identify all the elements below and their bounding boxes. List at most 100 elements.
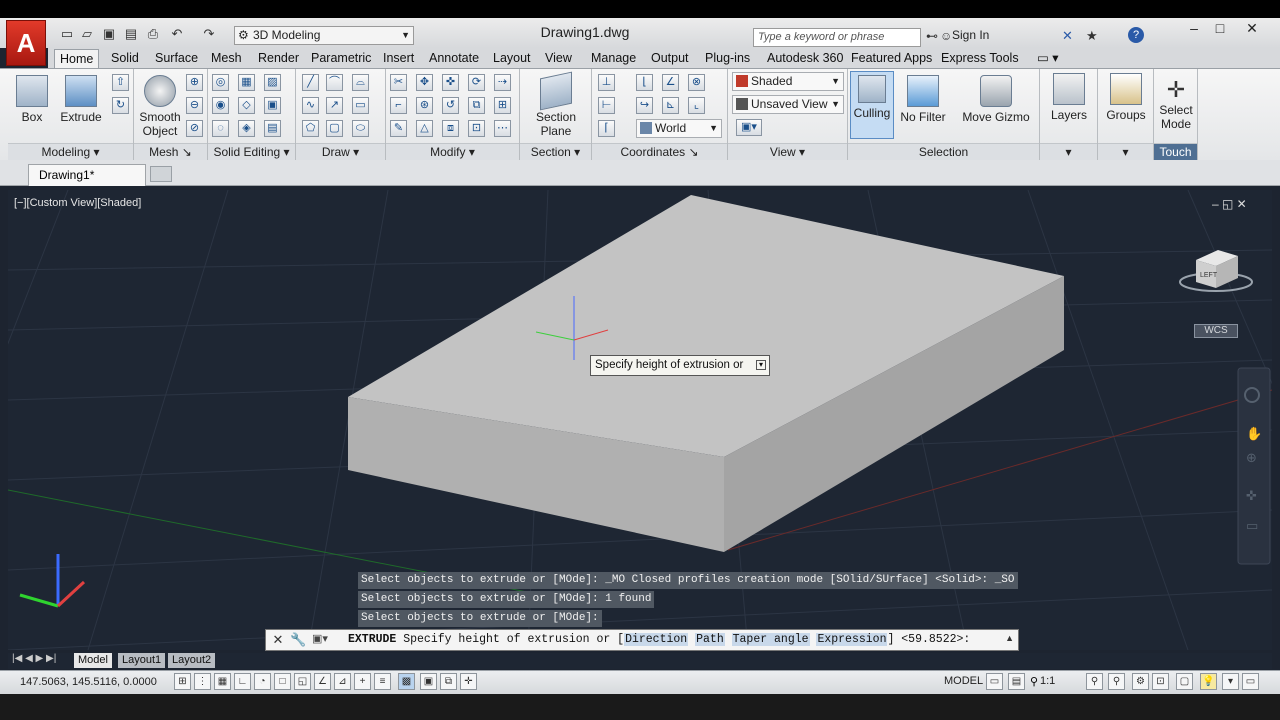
tab-layout1[interactable]: Layout1 — [118, 653, 166, 668]
3d-move-icon[interactable]: ✥ — [416, 74, 433, 91]
selection-cycling-icon[interactable]: ⧉ — [440, 673, 457, 690]
3d-scale-icon[interactable]: ⊛ — [416, 97, 433, 114]
separate-icon[interactable]: ▨ — [264, 74, 281, 91]
ducs-icon[interactable]: ⊿ — [334, 673, 351, 690]
tab-nav-arrows[interactable]: |◀ ◀ ▶ ▶| — [12, 653, 56, 664]
option-taper-angle[interactable]: Taper angle — [731, 633, 810, 646]
command-line[interactable]: ✕ 🔧 ▣▾ EXTRUDE Specify height of extrusi… — [265, 629, 1019, 651]
workspace-switching-icon[interactable]: ⚙ — [1132, 673, 1149, 690]
wcs-menu[interactable]: WCS — [1194, 324, 1238, 338]
maximize-button[interactable]: □ — [1208, 20, 1232, 38]
tab-model[interactable]: Model — [74, 653, 112, 668]
tab-annotate[interactable]: Annotate — [424, 49, 484, 68]
print-icon[interactable]: ⎙ — [144, 26, 162, 42]
mesh-smooth-more-icon[interactable]: ⊕ — [186, 74, 203, 91]
polar-icon[interactable]: ◔ — [254, 673, 271, 690]
close-icon[interactable]: ✕ — [270, 632, 286, 648]
3d-mirror-icon[interactable]: ⧉ — [468, 97, 485, 114]
3d-osnap-icon[interactable]: ◱ — [294, 673, 311, 690]
open-icon[interactable]: ▱ — [78, 26, 96, 42]
polyline-icon[interactable]: ⌒ — [326, 74, 343, 91]
save-icon[interactable]: ▣ — [100, 26, 118, 42]
quick-view-layouts-icon[interactable]: ▭ — [986, 673, 1003, 690]
revolve-icon[interactable]: ↻ — [112, 97, 129, 114]
extrude-button[interactable]: Extrude — [58, 75, 104, 124]
snap-icon[interactable]: ⋮ — [194, 673, 211, 690]
exchange-icon[interactable]: ✕ — [1062, 28, 1073, 44]
tab-manage[interactable]: Manage — [586, 49, 641, 68]
tab-home[interactable]: Home — [54, 49, 100, 68]
ucs-face-icon[interactable]: ⊗ — [688, 74, 705, 91]
offset-icon[interactable]: △ — [416, 120, 433, 137]
minimize-button[interactable]: – — [1182, 20, 1206, 38]
otrack-icon[interactable]: ∠ — [314, 673, 331, 690]
union-icon[interactable]: ◎ — [212, 74, 229, 91]
recent-commands-icon[interactable]: ▣▾ — [312, 632, 328, 645]
panel-title-modify[interactable]: Modify ▾ — [386, 143, 519, 160]
tab-layout[interactable]: Layout — [488, 49, 536, 68]
viewport-window-controls[interactable]: – ◱ ✕ — [1212, 197, 1247, 211]
osnap-icon[interactable]: □ — [274, 673, 291, 690]
ucs-icon[interactable]: ⊥ — [598, 74, 615, 91]
ucs-x-icon[interactable]: ↪ — [636, 97, 653, 114]
model-space-toggle[interactable]: MODEL — [944, 675, 983, 687]
transparency-icon[interactable]: ▩ — [398, 673, 415, 690]
presspull-icon[interactable]: ⇧ — [112, 74, 129, 91]
smooth-object-button[interactable]: Smooth Object — [136, 75, 184, 138]
hardware-acceleration-icon[interactable]: ▢ — [1176, 673, 1193, 690]
erase-icon[interactable]: ✎ — [390, 120, 407, 137]
ucs-world-icon[interactable]: ⌊ — [636, 74, 653, 91]
application-menu-button[interactable]: A — [6, 20, 46, 66]
trim-icon[interactable]: ✂ — [390, 74, 407, 91]
save-as-icon[interactable]: ▤ — [122, 26, 140, 42]
layers-button[interactable]: Layers — [1046, 73, 1092, 122]
panel-title-section[interactable]: Section ▾ — [520, 143, 591, 160]
quick-properties-icon[interactable]: ▣ — [420, 673, 437, 690]
fillet-icon[interactable]: ⌐ — [390, 97, 407, 114]
lineweight-icon[interactable]: ≡ — [374, 673, 391, 690]
file-tab-drawing1[interactable]: Drawing1* — [28, 164, 146, 186]
quick-view-drawings-icon[interactable]: ▤ — [1008, 673, 1025, 690]
status-menu-icon[interactable]: ▾ — [1222, 673, 1239, 690]
undo-icon[interactable]: ↶ — [168, 26, 186, 42]
help-icon[interactable]: ? — [1128, 27, 1144, 43]
grid-display-icon[interactable]: ▦ — [214, 673, 231, 690]
new-icon[interactable]: ▭ — [58, 26, 76, 42]
extract-edges-icon[interactable]: ▦ — [238, 74, 255, 91]
copy-icon[interactable]: ⧈ — [442, 120, 459, 137]
ucs-named-icon[interactable]: ⌈ — [598, 120, 615, 137]
move-gizmo-button[interactable]: Move Gizmo — [958, 75, 1034, 124]
tab-insert[interactable]: Insert — [378, 49, 419, 68]
lock-icon[interactable]: ⊡ — [1152, 673, 1169, 690]
region-icon[interactable]: ▢ — [326, 120, 343, 137]
search-input[interactable]: Type a keyword or phrase — [753, 28, 921, 47]
tooltip-options-icon[interactable]: ▾ — [756, 360, 766, 370]
slice-icon[interactable]: ◈ — [238, 120, 255, 137]
sign-in-link[interactable]: Sign In — [952, 28, 989, 42]
close-button[interactable]: ✕ — [1240, 20, 1264, 38]
tab-express-tools[interactable]: Express Tools — [936, 49, 1024, 68]
navigation-bar[interactable]: ✋ ⊕ ✜ ▭ — [1237, 367, 1271, 565]
3d-move-alt-icon[interactable]: ✜ — [442, 74, 459, 91]
panel-title-draw[interactable]: Draw ▾ — [296, 143, 385, 160]
3d-rotate-icon[interactable]: ⟳ — [468, 74, 485, 91]
shell-icon[interactable]: ▤ — [264, 120, 281, 137]
tab-layout2[interactable]: Layout2 — [168, 653, 216, 668]
ucs-origin-icon[interactable]: ⊢ — [598, 97, 615, 114]
redo-icon[interactable]: ↷ — [200, 26, 218, 42]
spline-icon[interactable]: ∿ — [302, 97, 319, 114]
tab-autodesk-360[interactable]: Autodesk 360 — [762, 49, 848, 68]
select-mode-button[interactable]: ✛ Select Mode — [1154, 77, 1198, 131]
workspace-dropdown[interactable]: ⚙ 3D Modeling ▼ — [234, 26, 414, 45]
clean-screen-icon[interactable]: ▭ — [1242, 673, 1259, 690]
isolate-objects-icon[interactable]: 💡 — [1200, 673, 1217, 690]
ortho-icon[interactable]: ∟ — [234, 673, 251, 690]
annotation-scale[interactable]: 1:1 — [1040, 675, 1055, 687]
panel-title-modeling[interactable]: Modeling ▾ — [8, 143, 133, 160]
ribbon-options-icon[interactable]: ▭ ▾ — [1032, 49, 1064, 68]
visual-style-dropdown[interactable]: Shaded ▼ — [732, 72, 844, 91]
option-expression[interactable]: Expression — [816, 633, 888, 646]
tab-output[interactable]: Output — [646, 49, 694, 68]
layers-expand[interactable]: ▾ — [1040, 143, 1097, 160]
coordinate-readout[interactable]: 147.5063, 145.5116, 0.0000 — [20, 676, 157, 688]
